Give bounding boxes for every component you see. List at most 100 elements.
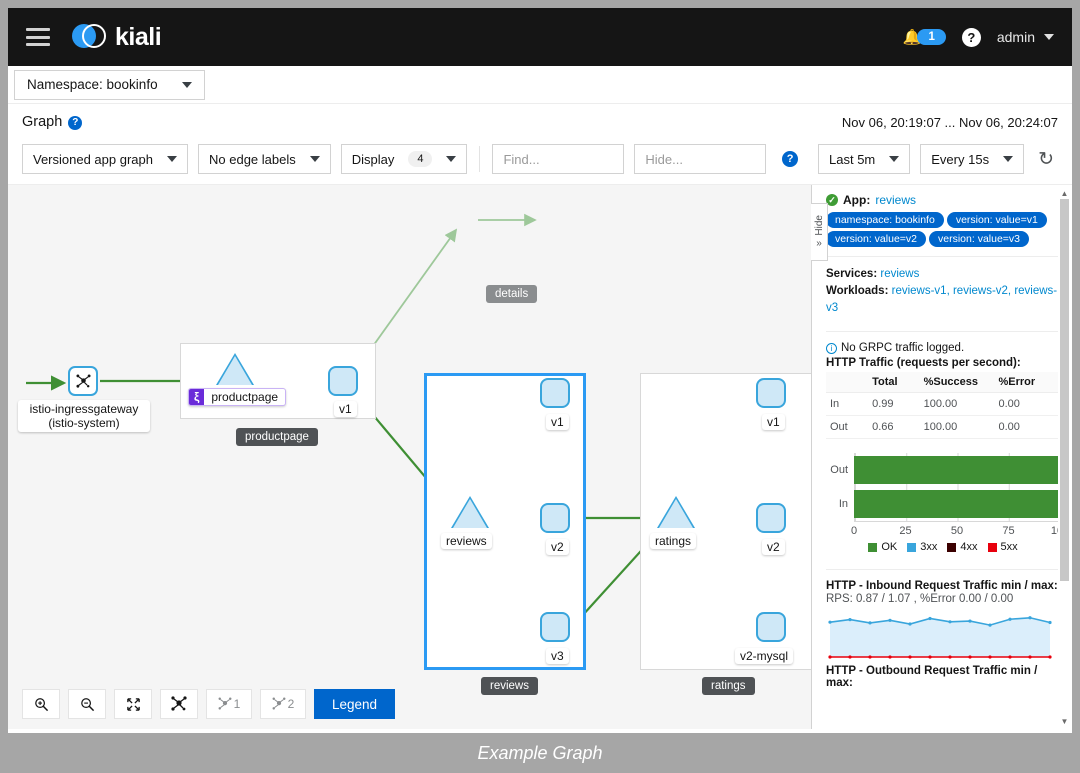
reviews-v1-label: v1: [546, 414, 569, 430]
zoom-in-icon[interactable]: [22, 689, 60, 719]
scrollbar-thumb[interactable]: [1060, 199, 1069, 581]
x-tick: 75: [1002, 525, 1014, 537]
refresh-interval-select[interactable]: Every 15s: [920, 144, 1024, 174]
group-chip-ratings[interactable]: ratings: [702, 677, 755, 695]
cell-success: 100.00: [920, 416, 995, 439]
bar-segment-ok: [854, 490, 1060, 518]
workloads-row: Workloads: reviews-v1, reviews-v2, revie…: [826, 283, 1060, 317]
screenshot-root: kiali 🔔 1 ? admin Namespace: bookinfo Gr…: [0, 0, 1080, 773]
label-chip[interactable]: version: value=v3: [929, 231, 1029, 247]
reviews-service-label: reviews: [441, 533, 492, 549]
find-input-placeholder: Find...: [503, 152, 539, 167]
zoom-out-icon[interactable]: [68, 689, 106, 719]
edge-labels-label: No edge labels: [209, 152, 296, 167]
layout-graph-icon[interactable]: [160, 689, 198, 719]
toolbar-divider: [479, 146, 480, 172]
productpage-v1-node[interactable]: [328, 366, 358, 396]
label-chip[interactable]: namespace: bookinfo: [826, 212, 944, 228]
http-traffic-title: HTTP Traffic (requests per second):: [826, 357, 1060, 369]
hide-side-panel-label: Hide: [814, 215, 825, 236]
x-tick: 50: [951, 525, 963, 537]
help-icon[interactable]: ?: [962, 28, 981, 47]
istio-ingressgateway-node[interactable]: [68, 366, 98, 396]
label-chip[interactable]: version: value=v2: [826, 231, 926, 247]
namespace-selector-label: Namespace: bookinfo: [27, 77, 158, 92]
app-frame: kiali 🔔 1 ? admin Namespace: bookinfo Gr…: [8, 8, 1072, 733]
services-value[interactable]: reviews: [880, 268, 919, 280]
hamburger-icon[interactable]: [26, 28, 50, 46]
side-panel-scrollbar[interactable]: ▲ ▼: [1058, 187, 1071, 727]
chart-legend: OK 3xx 4xx 5xx: [826, 541, 1060, 553]
productpage-service-node[interactable]: [218, 356, 252, 385]
find-input[interactable]: Find...: [492, 144, 624, 174]
reviews-v3-node[interactable]: [540, 612, 570, 642]
chevron-down-icon: [182, 82, 192, 88]
layout-graph-icon: [76, 374, 91, 389]
group-chip-details[interactable]: details: [486, 285, 537, 303]
brand-logo-kiali[interactable]: kiali: [72, 22, 161, 52]
ratings-v1-label: v1: [762, 414, 785, 430]
graph-toolbar: Versioned app graph No edge labels Displ…: [8, 136, 1072, 184]
page-title: Graph?: [22, 114, 82, 130]
inbound-traffic-title: HTTP - Inbound Request Traffic min / max…: [826, 580, 1060, 592]
edge-labels-select[interactable]: No edge labels: [198, 144, 331, 174]
grpc-note: i No GRPC traffic logged.: [826, 342, 1060, 354]
cell-error: 0.00: [994, 393, 1060, 416]
layout-option-2-label: 2: [288, 697, 295, 711]
layout-option-2-button[interactable]: 2: [260, 689, 306, 719]
group-chip-reviews[interactable]: reviews: [481, 677, 538, 695]
notifications-button[interactable]: 🔔 1: [903, 28, 946, 46]
graph-bottom-toolbar: 1 2 Legend: [22, 689, 395, 719]
axis-spacer: [826, 521, 854, 539]
ratings-v2-node[interactable]: [756, 503, 786, 533]
bar-plot-in: [854, 487, 1060, 521]
page-title-text: Graph: [22, 114, 62, 130]
ratings-v2-label: v2: [762, 539, 785, 555]
response-code-bar-chart: Out In: [826, 453, 1060, 553]
layout-option-1-button[interactable]: 1: [206, 689, 252, 719]
legend-item-4xx: 4xx: [947, 541, 977, 553]
reviews-v1-node[interactable]: [540, 378, 570, 408]
side-panel: Hide » ✓ App: reviews namespace: bookinf…: [812, 185, 1072, 729]
side-panel-app-name[interactable]: reviews: [875, 193, 916, 207]
ratings-v2-mysql-node[interactable]: [756, 612, 786, 642]
graph-type-select[interactable]: Versioned app graph: [22, 144, 188, 174]
productpage-virtualservice-badge[interactable]: ξ productpage: [188, 388, 286, 406]
caret-down-icon[interactable]: ▼: [1058, 715, 1071, 727]
graph-canvas[interactable]: details v1 details istio-ing: [8, 185, 812, 729]
refresh-interval-label: Every 15s: [931, 152, 989, 167]
group-chip-productpage[interactable]: productpage: [236, 428, 318, 446]
label-chip[interactable]: version: value=v1: [947, 212, 1047, 228]
brand-name: kiali: [115, 23, 161, 52]
legend-item-3xx: 3xx: [907, 541, 937, 553]
caret-up-icon[interactable]: ▲: [1058, 187, 1071, 199]
istio-ingressgateway-label: istio-ingressgateway (istio-system): [18, 400, 150, 432]
bar-label-out: Out: [826, 464, 854, 476]
duration-label: Last 5m: [829, 152, 875, 167]
inbound-traffic-subtitle: RPS: 0.87 / 1.07 , %Error 0.00 / 0.00: [826, 593, 1060, 605]
ratings-v1-node[interactable]: [756, 378, 786, 408]
inbound-sparkline: [826, 609, 1060, 661]
services-row: Services: reviews: [826, 266, 1060, 283]
hide-side-panel-tab[interactable]: Hide »: [811, 203, 828, 261]
reviews-v2-node[interactable]: [540, 503, 570, 533]
ratings-service-label: ratings: [650, 533, 696, 549]
display-count-badge: 4: [408, 151, 432, 167]
cell-total: 0.66: [868, 416, 919, 439]
notification-count: 1: [917, 29, 945, 45]
expand-arrows-icon[interactable]: [114, 689, 152, 719]
reviews-service-node[interactable]: [453, 499, 487, 528]
duration-select[interactable]: Last 5m: [818, 144, 910, 174]
question-circle-icon[interactable]: ?: [68, 116, 82, 130]
refresh-icon[interactable]: ↻: [1034, 148, 1058, 171]
find-hide-help-icon[interactable]: ?: [782, 151, 798, 167]
cell-direction: Out: [826, 416, 868, 439]
namespace-selector[interactable]: Namespace: bookinfo: [14, 70, 205, 100]
hide-input[interactable]: Hide...: [634, 144, 766, 174]
ratings-service-node[interactable]: [659, 499, 693, 528]
label-chips: namespace: bookinfo version: value=v1 ve…: [826, 212, 1060, 247]
user-menu[interactable]: admin: [997, 29, 1054, 45]
chevron-down-icon: [1003, 156, 1013, 162]
display-select[interactable]: Display 4: [341, 144, 468, 174]
legend-button[interactable]: Legend: [314, 689, 395, 719]
